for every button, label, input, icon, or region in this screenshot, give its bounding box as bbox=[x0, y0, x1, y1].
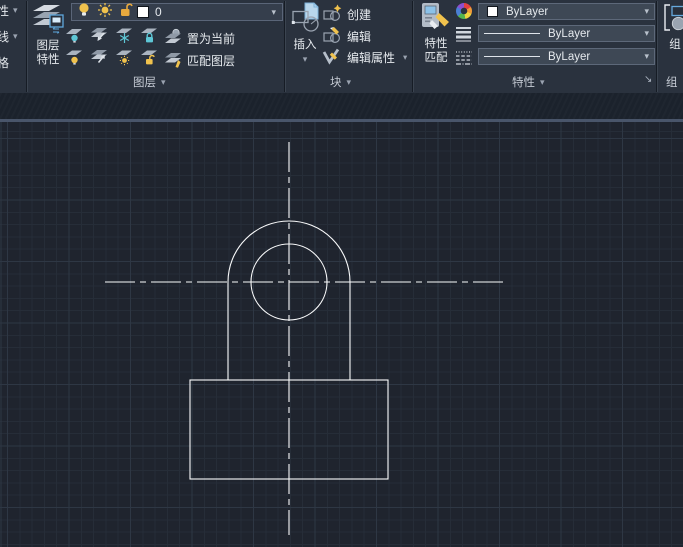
group-panel: 组 组 bbox=[658, 0, 683, 93]
match-layer-button[interactable]: 匹配图层 bbox=[163, 50, 235, 71]
model-space-canvas[interactable] bbox=[0, 122, 683, 547]
panel-separator bbox=[412, 1, 414, 92]
linetype-value: ByLayer bbox=[548, 27, 591, 40]
layer-off-button[interactable] bbox=[64, 26, 84, 44]
panel-separator bbox=[284, 1, 286, 92]
layer-freeze-button[interactable] bbox=[114, 26, 134, 44]
edit-block-icon bbox=[322, 26, 342, 47]
layer-stack-monitor-icon bbox=[30, 2, 66, 39]
clipped-item-1[interactable]: 性 ▾ bbox=[0, 2, 18, 19]
clipped-item-3[interactable]: 格 bbox=[0, 54, 9, 71]
edit-block-label: 编辑 bbox=[347, 30, 372, 44]
chevron-down-icon[interactable]: ▾ bbox=[644, 6, 649, 17]
ribbon: 性 ▾ 线 ▾ 格 图层 特性 0 ▾ 置为当前 匹配图层 图层 ▾ 插入 ▾ … bbox=[0, 0, 683, 93]
match-properties-label-line2: 匹配 bbox=[424, 52, 448, 64]
chevron-down-icon: ▾ bbox=[13, 5, 18, 15]
layer-thaw-button[interactable] bbox=[114, 48, 134, 66]
unlock-icon bbox=[118, 2, 133, 23]
edit-attributes-label: 编辑属性 bbox=[347, 51, 396, 65]
clipped-left-panel: 性 ▾ 线 ▾ 格 bbox=[0, 0, 26, 93]
clipped-item-label: 线 bbox=[0, 30, 10, 44]
chevron-down-icon: ▾ bbox=[161, 76, 166, 87]
lineweight-dropdown[interactable]: ByLayer ▾ bbox=[478, 48, 655, 65]
bulb-on-icon bbox=[77, 2, 91, 22]
block-panel-title: 块 bbox=[330, 77, 342, 89]
match-layer-label: 匹配图层 bbox=[187, 54, 236, 68]
ribbon-bottom-strip bbox=[0, 93, 683, 119]
layers-panel-label[interactable]: 图层 ▾ bbox=[133, 74, 166, 90]
layer-properties-button[interactable]: 图层 特性 bbox=[29, 2, 67, 67]
match-layer-icon bbox=[163, 50, 183, 71]
linetype-dropdown[interactable]: ByLayer ▾ bbox=[478, 25, 655, 42]
insert-block-button[interactable]: 插入 ▾ bbox=[287, 2, 323, 65]
object-color-swatch bbox=[487, 6, 498, 17]
chevron-down-icon: ▾ bbox=[403, 52, 408, 62]
sun-icon bbox=[97, 2, 113, 23]
panel-separator bbox=[26, 1, 28, 92]
clipped-item-label: 格 bbox=[0, 56, 10, 70]
group-panel-title: 组 bbox=[666, 77, 678, 89]
object-color-dropdown[interactable]: ByLayer ▾ bbox=[478, 3, 655, 20]
chevron-down-icon: ▾ bbox=[346, 76, 352, 87]
layer-isolate-button[interactable] bbox=[89, 26, 109, 44]
insert-block-label: 插入 bbox=[293, 39, 317, 51]
match-properties-icon bbox=[419, 2, 453, 37]
edit-block-button[interactable]: 编辑 bbox=[322, 26, 371, 47]
layer-on-button[interactable] bbox=[64, 48, 84, 66]
lineweight-value: ByLayer bbox=[548, 50, 591, 63]
group-icon bbox=[662, 2, 683, 38]
lineweight-sample-line bbox=[484, 56, 540, 57]
chevron-down-icon[interactable]: ▾ bbox=[644, 28, 649, 39]
cad-drawing bbox=[105, 142, 508, 535]
create-block-button[interactable]: 创建 bbox=[322, 4, 371, 25]
set-current-layer-icon bbox=[163, 28, 183, 49]
clipped-item-label: 性 bbox=[0, 4, 10, 18]
layer-color-swatch bbox=[137, 6, 149, 18]
edit-attributes-button[interactable]: 编辑属性 ▾ bbox=[322, 47, 407, 68]
layer-dropdown[interactable]: 0 ▾ bbox=[71, 2, 283, 23]
properties-panel-label[interactable]: 特性 ▾ bbox=[512, 74, 545, 90]
layer-properties-label-line2: 特性 bbox=[36, 54, 60, 66]
dialog-launcher-icon[interactable]: ↘ bbox=[644, 74, 652, 85]
lineweight-icon[interactable] bbox=[456, 26, 472, 47]
autocad-window: 性 ▾ 线 ▾ 格 图层 特性 0 ▾ 置为当前 匹配图层 图层 ▾ 插入 ▾ … bbox=[0, 0, 683, 547]
clipped-item-2[interactable]: 线 ▾ bbox=[0, 28, 18, 45]
properties-panel-title: 特性 bbox=[512, 77, 535, 89]
linetype-sample-line bbox=[484, 33, 540, 34]
layer-properties-label-line1: 图层 bbox=[36, 40, 60, 52]
chevron-down-icon[interactable]: ▾ bbox=[271, 7, 276, 18]
chevron-down-icon: ▾ bbox=[302, 54, 308, 64]
insert-block-icon bbox=[290, 2, 320, 38]
set-current-layer-button[interactable]: 置为当前 bbox=[163, 28, 235, 49]
group-button-label: 组 bbox=[669, 39, 681, 51]
block-panel-label[interactable]: 块 ▾ bbox=[330, 74, 351, 90]
layer-unlock-button[interactable] bbox=[139, 48, 159, 66]
edit-attributes-icon bbox=[322, 47, 342, 68]
create-block-icon bbox=[322, 4, 342, 25]
chevron-down-icon: ▾ bbox=[13, 31, 18, 41]
chevron-down-icon: ▾ bbox=[540, 76, 545, 87]
color-wheel-icon[interactable] bbox=[456, 3, 472, 19]
layers-panel-title: 图层 bbox=[133, 77, 156, 89]
create-block-label: 创建 bbox=[347, 8, 372, 22]
match-properties-button[interactable]: 特性 匹配 bbox=[416, 2, 456, 65]
match-properties-label-line1: 特性 bbox=[424, 38, 448, 50]
linetype-icon[interactable] bbox=[456, 50, 473, 71]
group-panel-label[interactable]: 组 bbox=[666, 74, 678, 90]
layer-unisolate-button[interactable] bbox=[89, 48, 109, 66]
group-button[interactable]: 组 bbox=[660, 2, 683, 52]
layer-dropdown-value: 0 bbox=[155, 5, 162, 19]
set-current-layer-label: 置为当前 bbox=[187, 32, 236, 46]
layer-lock-button[interactable] bbox=[139, 26, 159, 44]
chevron-down-icon[interactable]: ▾ bbox=[644, 51, 649, 62]
object-color-value: ByLayer bbox=[506, 5, 549, 18]
